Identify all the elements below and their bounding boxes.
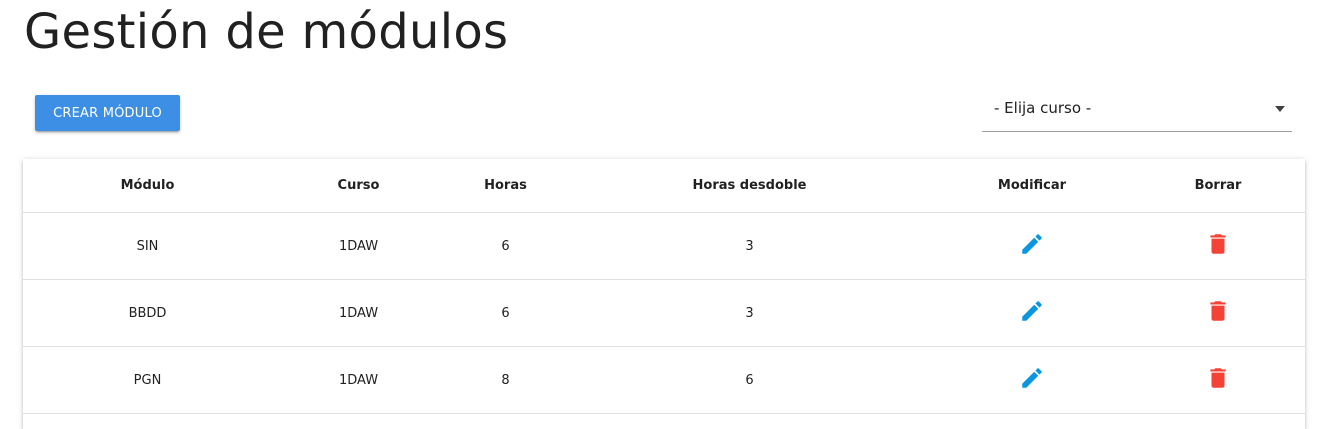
table-row: PGN 1DAW 8 6 [23, 346, 1305, 414]
course-select-value: - Elija curso - [994, 99, 1092, 117]
cell-modificar [933, 212, 1131, 280]
cell-horas-desdoble: 3 [566, 212, 933, 280]
header-borrar: Borrar [1131, 159, 1305, 213]
header-horas: Horas [445, 159, 566, 213]
cell-horas-desdoble: 6 [566, 346, 933, 414]
cell-modulo: BBDD [23, 279, 272, 347]
cell-horas: 6 [445, 279, 566, 347]
cell-horas-desdoble: 3 [566, 279, 933, 347]
cell-modificar [933, 279, 1131, 347]
table-header-row: Módulo Curso Horas Horas desdoble Modifi… [23, 159, 1305, 213]
header-modulo: Módulo [23, 159, 272, 213]
trash-icon[interactable] [1205, 231, 1231, 257]
page-title: Gestión de módulos [24, 4, 509, 60]
header-horas-desdoble: Horas desdoble [566, 159, 933, 213]
cell-horas: 6 [445, 212, 566, 280]
cell-borrar [1131, 346, 1305, 414]
cell-curso: 1DAW [272, 212, 445, 280]
table-row: SIN 1DAW 6 3 [23, 212, 1305, 280]
modules-table-card: Módulo Curso Horas Horas desdoble Modifi… [23, 159, 1305, 429]
modules-table: Módulo Curso Horas Horas desdoble Modifi… [23, 159, 1305, 414]
cell-borrar [1131, 279, 1305, 347]
trash-icon[interactable] [1205, 365, 1231, 391]
header-curso: Curso [272, 159, 445, 213]
cell-modulo: PGN [23, 346, 272, 414]
cell-horas: 8 [445, 346, 566, 414]
create-module-button[interactable]: CREAR MÓDULO [35, 95, 180, 131]
table-row: BBDD 1DAW 6 3 [23, 279, 1305, 347]
cell-curso: 1DAW [272, 279, 445, 347]
trash-icon[interactable] [1205, 298, 1231, 324]
pencil-icon[interactable] [1019, 298, 1045, 324]
cell-modificar [933, 346, 1131, 414]
arrow-drop-down-icon [1275, 106, 1285, 112]
pencil-icon[interactable] [1019, 231, 1045, 257]
cell-modulo: SIN [23, 212, 272, 280]
cell-borrar [1131, 212, 1305, 280]
header-modificar: Modificar [933, 159, 1131, 213]
pencil-icon[interactable] [1019, 365, 1045, 391]
cell-curso: 1DAW [272, 346, 445, 414]
course-select[interactable]: - Elija curso - [982, 92, 1292, 132]
